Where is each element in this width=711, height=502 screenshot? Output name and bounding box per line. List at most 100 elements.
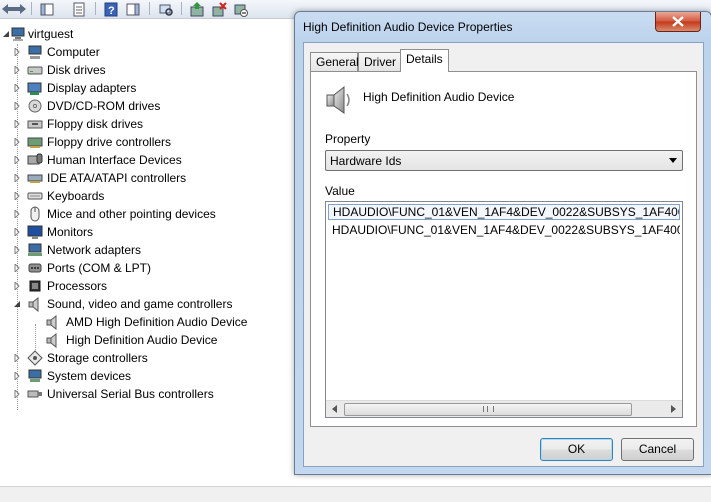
tree-category-label: Storage controllers <box>47 351 148 365</box>
tree-category-label: Universal Serial Bus controllers <box>47 387 214 401</box>
tab-details[interactable]: Details <box>400 49 449 72</box>
tree-category[interactable]: IDE ATA/ATAPI controllers <box>0 169 290 187</box>
speaker-icon <box>326 85 350 114</box>
tree-category[interactable]: Storage controllers <box>0 349 290 367</box>
tree-category-label: Disk drives <box>47 63 106 77</box>
expand-triangle-icon[interactable] <box>13 264 21 272</box>
tree-category[interactable]: System devices <box>0 367 290 385</box>
expand-triangle-icon[interactable] <box>13 66 21 74</box>
tree-category[interactable]: Human Interface Devices <box>0 151 290 169</box>
action-pane-icon[interactable] <box>124 1 142 18</box>
expand-triangle-icon[interactable] <box>13 372 21 380</box>
tree-category[interactable]: Disk drives <box>0 61 290 79</box>
tree-category[interactable]: Floppy drive controllers <box>0 133 290 151</box>
tree-device[interactable]: High Definition Audio Device <box>0 331 290 349</box>
port-icon <box>28 263 42 273</box>
toolbar-separator <box>95 2 96 15</box>
details-panel: High Definition Audio Device Property Ha… <box>310 71 697 427</box>
tab-driver[interactable]: Driver <box>358 52 401 72</box>
help-icon[interactable]: ? <box>102 1 120 18</box>
tree-device-label: High Definition Audio Device <box>66 333 218 347</box>
device-name: High Definition Audio Device <box>363 90 515 104</box>
scan-hardware-icon[interactable] <box>157 1 175 18</box>
close-button[interactable] <box>655 12 701 32</box>
expand-triangle-icon[interactable] <box>13 48 21 56</box>
speaker-icon <box>28 296 39 312</box>
collapse-triangle-icon[interactable] <box>2 30 10 38</box>
usb-icon <box>27 390 42 398</box>
dialog-client: General Driver Details High Definition A… <box>303 42 704 467</box>
uninstall-icon[interactable] <box>210 1 228 18</box>
tree-device-label: AMD High Definition Audio Device <box>66 315 248 329</box>
tree-category[interactable]: Network adapters <box>0 241 290 259</box>
tab-general[interactable]: General <box>310 52 359 72</box>
property-select-value: Hardware Ids <box>330 154 402 168</box>
tree-root[interactable]: virtguest <box>0 25 290 43</box>
close-icon <box>672 16 684 27</box>
expand-triangle-icon[interactable] <box>13 282 21 290</box>
expand-triangle-icon[interactable] <box>13 390 21 398</box>
cancel-button[interactable]: Cancel <box>621 438 694 461</box>
tree-category[interactable]: Mice and other pointing devices <box>0 205 290 223</box>
mouse-icon <box>30 206 40 222</box>
properties-dialog: High Definition Audio Device Properties … <box>294 11 711 475</box>
scroll-right-icon[interactable] <box>671 405 676 413</box>
list-item[interactable]: HDAUDIO\FUNC_01&VEN_1AF4&DEV_0022&SUBSYS… <box>328 222 680 238</box>
ok-button[interactable]: OK <box>540 438 613 461</box>
tree-category[interactable]: Sound, video and game controllers <box>0 295 290 313</box>
tree-category[interactable]: Ports (COM & LPT) <box>0 259 290 277</box>
tree-root-label: virtguest <box>28 27 74 41</box>
computer-icon <box>11 27 25 41</box>
update-driver-icon[interactable] <box>188 1 206 18</box>
tree-category-label: Computer <box>47 45 100 59</box>
tree-category-label: Ports (COM & LPT) <box>47 261 152 275</box>
horizontal-scrollbar[interactable] <box>326 400 682 417</box>
property-select[interactable]: Hardware Ids <box>325 150 683 171</box>
properties-icon[interactable] <box>70 1 88 18</box>
tree-category-label: System devices <box>47 369 132 383</box>
expand-triangle-icon[interactable] <box>13 102 21 110</box>
collapse-triangle-icon[interactable] <box>13 300 21 308</box>
tree-category-label: Human Interface Devices <box>47 153 182 167</box>
display-adapter-icon <box>27 82 42 95</box>
value-list[interactable]: HDAUDIO\FUNC_01&VEN_1AF4&DEV_0022&SUBSYS… <box>325 201 683 418</box>
tree-category-label: Keyboards <box>47 189 105 203</box>
tree-category[interactable]: Processors <box>0 277 290 295</box>
tree-category-label: DVD/CD-ROM drives <box>47 99 161 113</box>
status-bar <box>0 486 711 502</box>
tree-category[interactable]: Universal Serial Bus controllers <box>0 385 290 403</box>
scroll-left-icon[interactable] <box>332 405 337 413</box>
tree-category[interactable]: DVD/CD-ROM drives <box>0 97 290 115</box>
tree-category[interactable]: Keyboards <box>0 187 290 205</box>
value-label: Value <box>325 184 355 198</box>
speaker-icon <box>46 332 57 348</box>
expand-triangle-icon[interactable] <box>13 174 21 182</box>
tree-category[interactable]: Computer <box>0 43 290 61</box>
tree-category[interactable]: Floppy disk drives <box>0 115 290 133</box>
hid-icon <box>27 153 43 165</box>
disable-icon[interactable] <box>232 1 250 18</box>
tree-device[interactable]: AMD High Definition Audio Device <box>0 313 290 331</box>
expand-triangle-icon[interactable] <box>13 120 21 128</box>
expand-triangle-icon[interactable] <box>13 192 21 200</box>
expand-triangle-icon[interactable] <box>13 246 21 254</box>
expand-triangle-icon[interactable] <box>13 354 21 362</box>
expand-triangle-icon[interactable] <box>13 156 21 164</box>
tree-category-label: Network adapters <box>47 243 142 257</box>
processor-icon <box>29 280 41 292</box>
scroll-thumb[interactable] <box>344 403 632 416</box>
forward-icon[interactable] <box>11 1 29 18</box>
tree-category[interactable]: Monitors <box>0 223 290 241</box>
expand-triangle-icon[interactable] <box>13 228 21 236</box>
show-hide-console-tree-icon[interactable] <box>38 1 56 18</box>
expand-triangle-icon[interactable] <box>13 210 21 218</box>
tree-category[interactable]: Display adapters <box>0 79 290 97</box>
expand-triangle-icon[interactable] <box>13 138 21 146</box>
tree-category-label: IDE ATA/ATAPI controllers <box>47 171 187 185</box>
property-label: Property <box>325 132 371 146</box>
toolbar-separator <box>31 2 32 15</box>
tree-category-label: Monitors <box>47 225 94 239</box>
expand-triangle-icon[interactable] <box>13 84 21 92</box>
system-device-icon <box>28 369 42 382</box>
list-item[interactable]: HDAUDIO\FUNC_01&VEN_1AF4&DEV_0022&SUBSYS… <box>328 204 680 220</box>
